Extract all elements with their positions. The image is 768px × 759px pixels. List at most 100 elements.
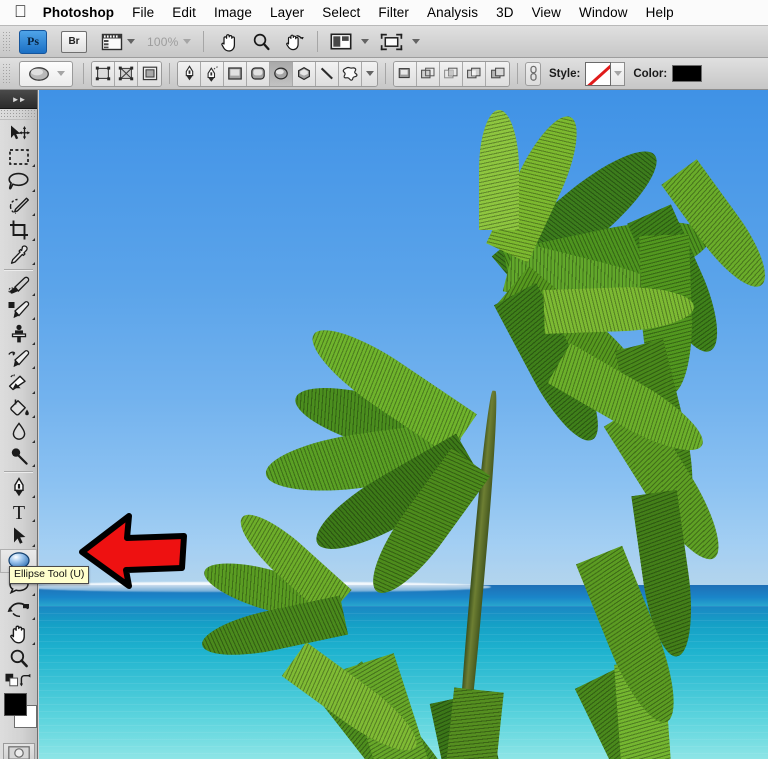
zoom-level-chevron-down-icon[interactable]	[182, 39, 191, 44]
menu-item-view[interactable]: View	[523, 5, 570, 20]
hand-tool-button[interactable]	[0, 622, 37, 647]
arrange-documents-button[interactable]	[328, 30, 354, 54]
zoom-level-value[interactable]: 100%	[147, 35, 179, 49]
path-selection-tool-icon	[13, 527, 25, 544]
crop-tool-button[interactable]	[0, 218, 37, 243]
rectangle-tool-button[interactable]	[224, 61, 247, 86]
menu-item-edit[interactable]: Edit	[163, 5, 205, 20]
style-picker[interactable]	[585, 61, 626, 86]
active-tool-preview[interactable]	[19, 60, 73, 87]
menu-item-help[interactable]: Help	[637, 5, 683, 20]
tools-panel-gripper[interactable]	[0, 109, 37, 120]
paths-mode-button[interactable]	[115, 61, 138, 86]
mini-bridge-chevron-down-icon[interactable]	[127, 39, 135, 44]
intersect-shape-areas-button[interactable]	[440, 61, 463, 86]
paint-bucket-tool-button[interactable]	[0, 396, 37, 421]
eyedropper-tool-icon	[10, 245, 28, 264]
path-selection-tool-button[interactable]	[0, 524, 37, 549]
rectangular-marquee-tool-button[interactable]	[0, 145, 37, 170]
clone-stamp-tool-button[interactable]	[0, 322, 37, 347]
default-colors-icon[interactable]	[5, 673, 19, 687]
swap-colors-icon[interactable]	[19, 673, 33, 687]
polygon-tool-icon	[297, 67, 310, 81]
ellipse-tool-button[interactable]	[270, 61, 293, 86]
custom-shape-tool-button[interactable]	[339, 61, 362, 86]
shape-tool-group	[177, 60, 378, 87]
color-swatches	[0, 689, 37, 739]
quick-mask-button[interactable]	[2, 743, 35, 759]
bridge-button[interactable]: Br	[61, 30, 87, 53]
eyedropper-tool-button[interactable]	[0, 243, 37, 268]
menu-item-analysis[interactable]: Analysis	[418, 5, 487, 20]
style-swatch-no-style[interactable]	[585, 61, 612, 86]
arrange-documents-chevron-down-icon[interactable]	[360, 39, 369, 44]
subtract-shape-area-icon	[421, 67, 435, 79]
svg-text:T: T	[12, 502, 24, 522]
photoshop-launch-button[interactable]: Ps	[19, 29, 47, 54]
screen-mode-icon	[380, 33, 403, 50]
pen-tool-button[interactable]	[178, 61, 201, 86]
menu-item-select[interactable]: Select	[313, 5, 369, 20]
zoom-tool-button[interactable]	[249, 30, 275, 54]
pen-tool-icon	[13, 476, 24, 497]
history-brush-tool-button[interactable]	[0, 347, 37, 372]
line-tool-button[interactable]	[316, 61, 339, 86]
menu-item-image[interactable]: Image	[205, 5, 261, 20]
link-styles-button[interactable]	[525, 61, 541, 86]
toolbox-divider-1	[4, 269, 33, 271]
menu-item-3d[interactable]: 3D	[487, 5, 522, 20]
flyout-corner-indicator	[32, 237, 35, 241]
foreground-color-swatch[interactable]	[4, 693, 27, 716]
subtract-from-shape-area-button[interactable]	[417, 61, 440, 86]
shape-options-chevron-down-icon[interactable]	[362, 61, 377, 86]
paint-bucket-tool-icon	[10, 399, 29, 416]
rectangle-tool-icon	[228, 67, 242, 80]
fill-pixels-mode-button[interactable]	[138, 61, 161, 86]
lasso-tool-button[interactable]	[0, 169, 37, 194]
mini-bridge-icon	[101, 33, 123, 50]
spot-healing-brush-tool-button[interactable]	[0, 273, 37, 298]
eraser-tool-icon	[8, 373, 26, 390]
menu-item-file[interactable]: File	[123, 5, 163, 20]
add-to-shape-area-button[interactable]	[394, 61, 417, 86]
brush-tool-button[interactable]	[0, 298, 37, 323]
blur-tool-button[interactable]	[0, 420, 37, 445]
screen-mode-button[interactable]	[379, 30, 405, 54]
move-tool-button[interactable]	[0, 120, 37, 145]
eraser-tool-button[interactable]	[0, 371, 37, 396]
mini-bridge-button[interactable]	[101, 33, 123, 51]
zoom-tool-button[interactable]	[0, 647, 37, 672]
hand-tool-button[interactable]	[217, 30, 243, 54]
menu-item-photoshop[interactable]: Photoshop	[43, 5, 123, 20]
3d-object-rotate-tool-button[interactable]	[0, 598, 37, 623]
apple-logo-icon[interactable]: 	[14, 3, 27, 20]
pen-tool-button[interactable]	[0, 475, 37, 500]
tool-options-bar: Style: Color:	[0, 58, 768, 90]
shape-layers-mode-button[interactable]	[92, 61, 115, 86]
tools-panel-collapse-button[interactable]: ►►	[0, 90, 37, 109]
polygon-tool-button[interactable]	[293, 61, 316, 86]
optionsbar-gripper[interactable]	[2, 62, 11, 85]
menu-item-filter[interactable]: Filter	[369, 5, 418, 20]
double-chevron-right-icon: ►►	[11, 94, 27, 104]
horizontal-type-tool-button[interactable]: T	[0, 500, 37, 525]
red-left-arrow-annotation	[78, 508, 188, 590]
appbar-gripper[interactable]	[2, 30, 11, 53]
color-swatch[interactable]	[672, 65, 703, 82]
style-chevron-down-icon[interactable]	[611, 61, 626, 86]
lasso-tool-icon	[8, 173, 29, 190]
active-tool-chevron-down-icon[interactable]	[56, 71, 65, 76]
combine-shape-areas-button[interactable]	[486, 61, 509, 86]
rounded-rectangle-tool-button[interactable]	[247, 61, 270, 86]
exclude-overlapping-shape-areas-button[interactable]	[463, 61, 486, 86]
menu-item-layer[interactable]: Layer	[261, 5, 313, 20]
dodge-tool-button[interactable]	[0, 445, 37, 470]
quick-selection-tool-button[interactable]	[0, 194, 37, 219]
rotate-view-tool-button[interactable]	[281, 30, 307, 54]
menu-item-window[interactable]: Window	[570, 5, 637, 20]
screen-mode-chevron-down-icon[interactable]	[411, 39, 420, 44]
quick-selection-tool-icon	[9, 197, 29, 215]
document-canvas[interactable]	[39, 90, 768, 759]
freeform-pen-tool-button[interactable]	[201, 61, 224, 86]
flyout-corner-indicator	[32, 341, 35, 345]
